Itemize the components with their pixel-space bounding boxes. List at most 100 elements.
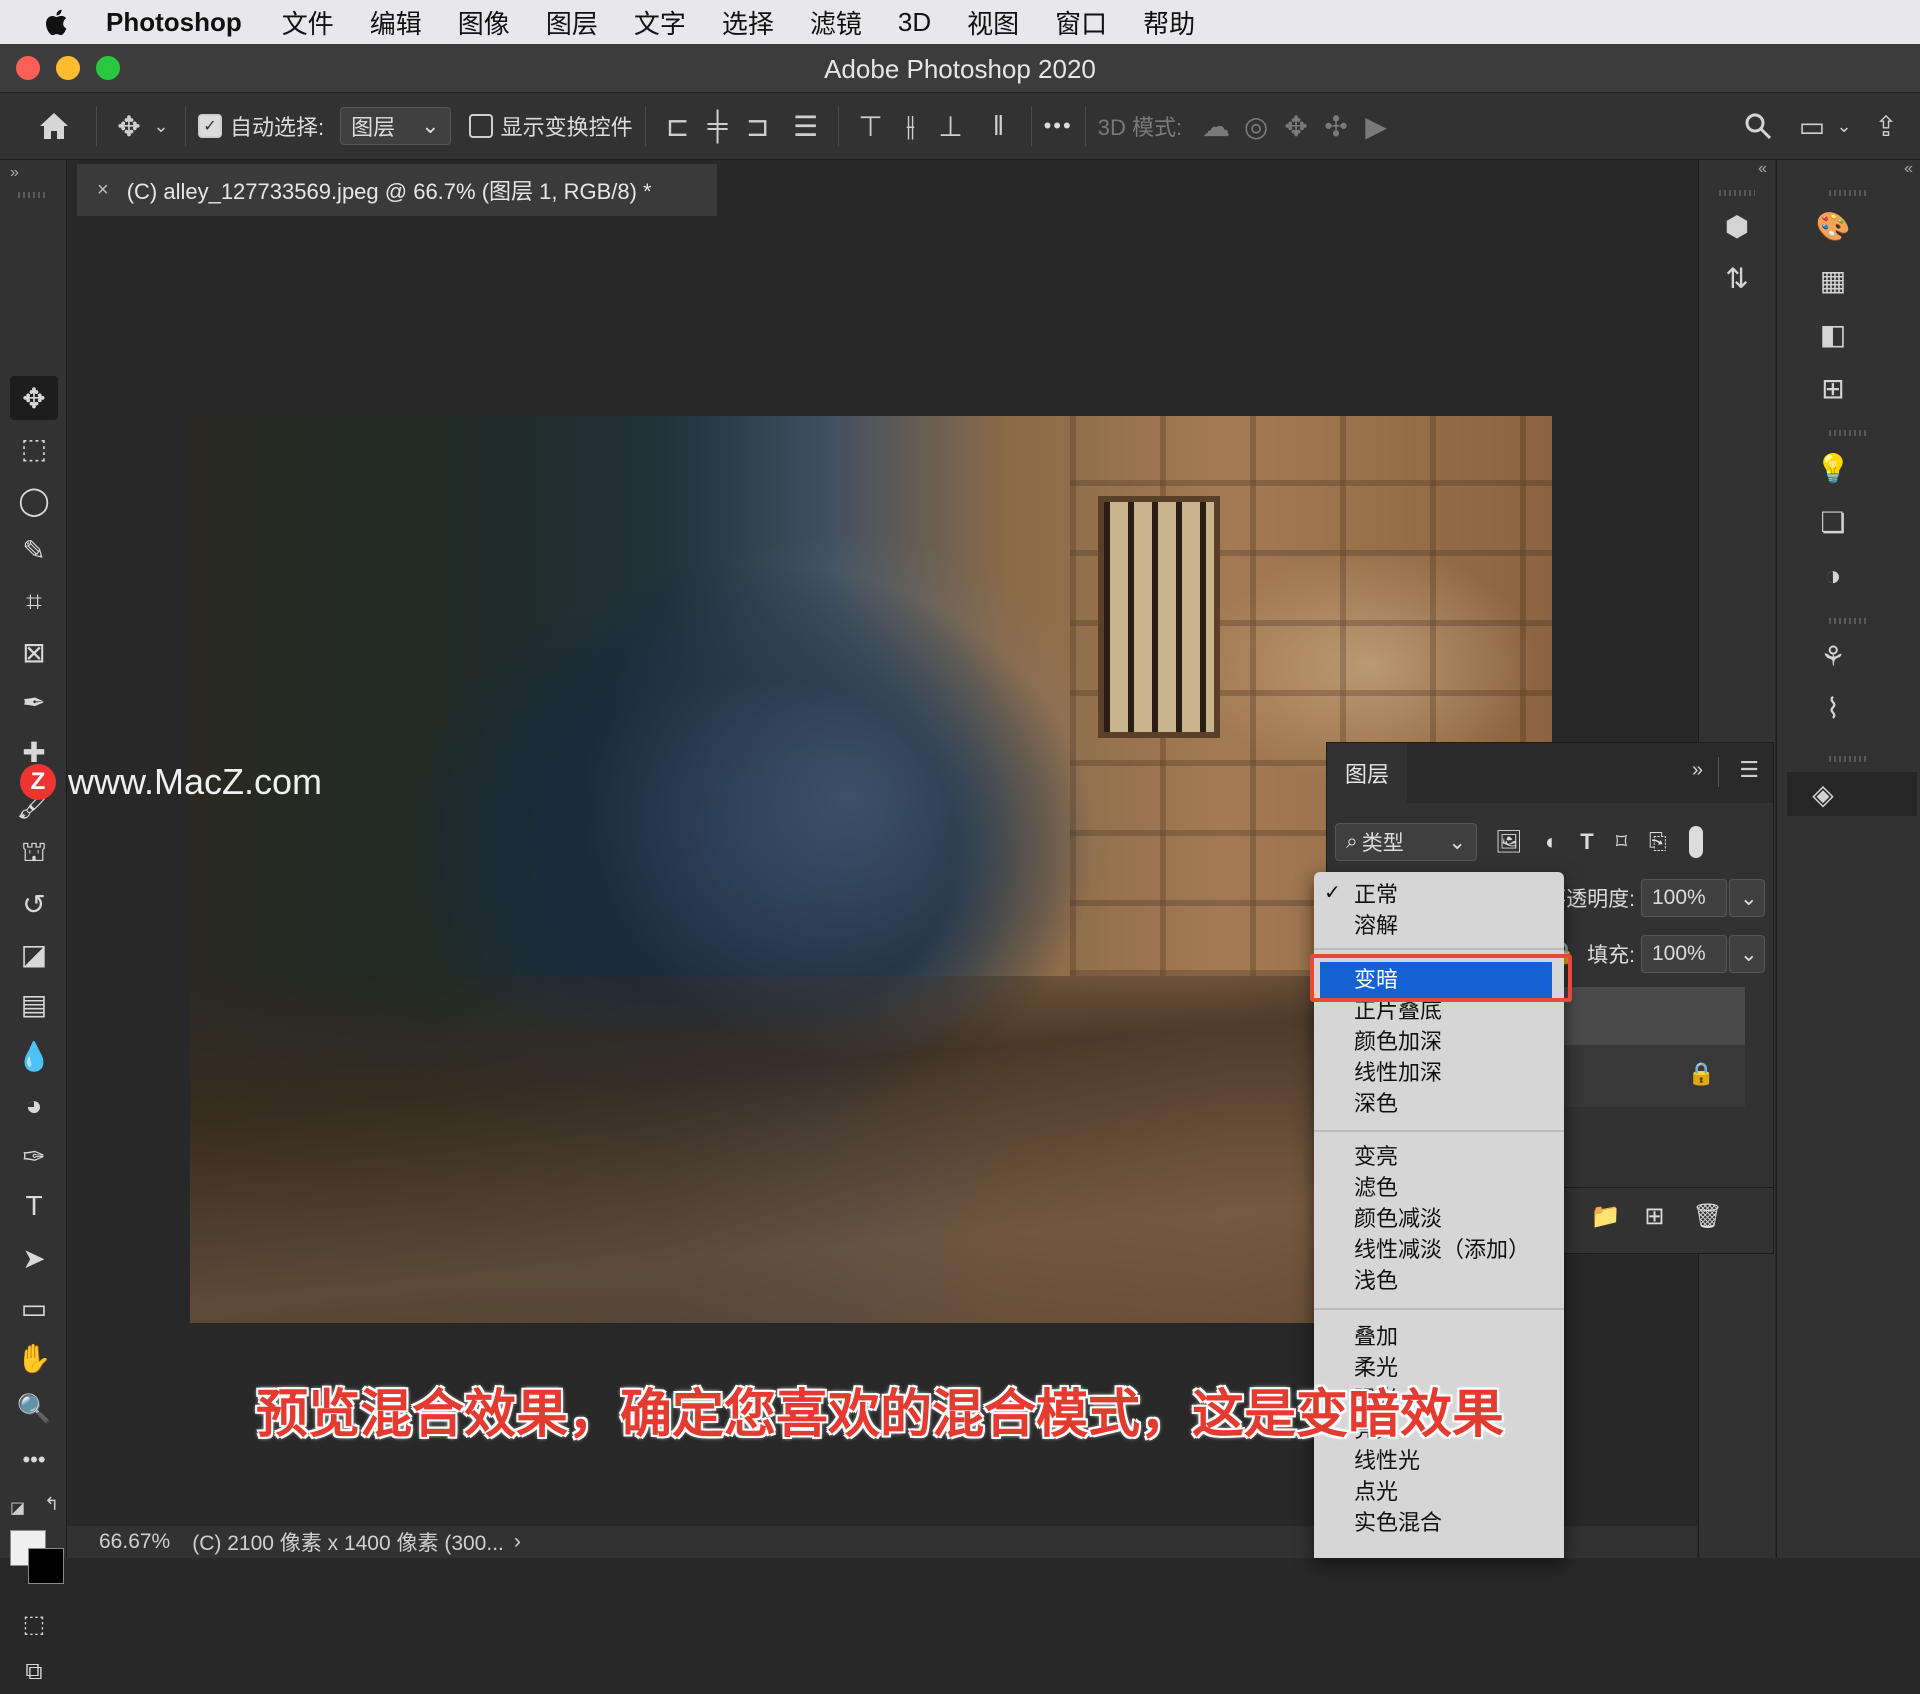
align-left-icon[interactable]: ⊏ [658, 106, 698, 146]
shape-filter-icon[interactable]: ⌑ [1616, 829, 1627, 855]
3d-panel-icon[interactable]: ⬢ [1715, 204, 1759, 248]
menu-filter[interactable]: 滤镜 [810, 4, 862, 41]
3d-roll-icon[interactable]: ◎ [1236, 106, 1276, 146]
3d-orbit-icon[interactable]: ☁ [1196, 106, 1236, 146]
gradients-icon[interactable]: ◧ [1811, 312, 1855, 356]
libraries-icon[interactable]: ❏ [1811, 500, 1855, 544]
status-menu-chevron-icon[interactable]: › [514, 1530, 521, 1554]
blend-option[interactable]: 深色 [1354, 1089, 1398, 1119]
expand-panel-icon[interactable]: » [10, 164, 19, 182]
menu-help[interactable]: 帮助 [1143, 4, 1195, 41]
adjustments-icon[interactable]: ◑ [1811, 554, 1855, 598]
search-icon[interactable] [1738, 106, 1778, 146]
blur-tool-icon[interactable]: 💧 [10, 1034, 58, 1078]
layers-panel-button[interactable]: ◈ [1787, 772, 1917, 816]
home-icon[interactable] [34, 106, 74, 146]
move-tool-icon[interactable]: ✥ [109, 106, 149, 146]
adjustment-filter-icon[interactable]: ◐ [1545, 829, 1558, 855]
blend-option[interactable]: 实色混合 [1354, 1508, 1442, 1538]
align-bottom-icon[interactable]: ⊥ [931, 106, 971, 146]
chevron-down-icon[interactable]: ⌄ [1729, 879, 1765, 917]
frame-tool-icon[interactable]: ⊠ [10, 630, 58, 674]
color-palette-icon[interactable]: 🎨 [1811, 204, 1855, 248]
collapse-panel-icon[interactable]: « [1758, 160, 1767, 178]
learn-lightbulb-icon[interactable]: 💡 [1811, 446, 1855, 490]
opacity-field[interactable]: 100% [1641, 879, 1727, 917]
align-horizontal-center-icon[interactable]: ╪ [698, 106, 738, 146]
swatches-icon[interactable]: ▦ [1811, 258, 1855, 302]
show-transform-checkbox[interactable] [468, 114, 493, 138]
distribute-vertical-icon[interactable]: ☰ [786, 106, 826, 146]
menu-image[interactable]: 图像 [458, 4, 510, 41]
history-panel-icon[interactable]: ⇅ [1715, 256, 1759, 300]
3d-slide-icon[interactable]: ✣ [1316, 106, 1356, 146]
chevron-down-icon[interactable]: ⌄ [1729, 935, 1765, 973]
auto-select-dropdown[interactable]: 图层 ⌄ [340, 107, 451, 145]
menu-view[interactable]: 视图 [967, 4, 1019, 41]
gradient-tool-icon[interactable]: ▤ [10, 982, 58, 1026]
screen-mode-icon[interactable]: ⧉ [10, 1650, 58, 1694]
document-tab[interactable]: × (C) alley_127733569.jpeg @ 66.7% (图层 1… [77, 164, 717, 216]
rectangle-tool-icon[interactable]: ▭ [10, 1286, 58, 1330]
collapse-panel-icon[interactable]: « [1904, 160, 1913, 178]
collapse-layers-icon[interactable]: » [1692, 759, 1703, 782]
blend-option[interactable]: 变亮 [1354, 1142, 1398, 1172]
paths-icon[interactable]: ⌇ [1811, 686, 1855, 730]
chevron-down-icon[interactable]: ⌄ [149, 106, 173, 146]
path-selection-tool-icon[interactable]: ➤ [10, 1236, 58, 1280]
blend-option[interactable]: 正常 [1354, 880, 1398, 910]
menu-file[interactable]: 文件 [282, 4, 334, 41]
background-color-swatch[interactable] [28, 1548, 64, 1584]
blend-option[interactable]: 线性减淡（添加） [1354, 1235, 1530, 1265]
quick-selection-tool-icon[interactable]: ✎ [10, 528, 58, 572]
share-icon[interactable]: ⇪ [1866, 106, 1906, 146]
move-tool-icon[interactable]: ✥ [10, 376, 58, 420]
panel-menu-icon[interactable]: ☰ [1739, 757, 1759, 783]
channels-icon[interactable]: ⚘ [1811, 634, 1855, 678]
swap-colors-icon[interactable]: ↰ [44, 1494, 59, 1515]
layer-filter-dropdown[interactable]: ⌕ 类型 ⌄ [1335, 823, 1477, 861]
align-top-icon[interactable]: ⊤ [851, 106, 891, 146]
distribute-horizontal-icon[interactable]: ‖ [979, 106, 1019, 146]
menu-layer[interactable]: 图层 [546, 4, 598, 41]
fill-field[interactable]: 100% [1641, 935, 1727, 973]
apple-icon[interactable] [38, 7, 78, 37]
eraser-tool-icon[interactable]: ◪ [10, 932, 58, 976]
patterns-icon[interactable]: ⊞ [1811, 366, 1855, 410]
pen-tool-icon[interactable]: ✑ [10, 1134, 58, 1178]
document-info[interactable]: (C) 2100 像素 x 1400 像素 (300... [192, 1527, 504, 1557]
align-right-icon[interactable]: ⊐ [738, 106, 778, 146]
blend-option[interactable]: 浅色 [1354, 1266, 1398, 1296]
layers-tab[interactable]: 图层 [1327, 743, 1407, 803]
clone-stamp-tool-icon[interactable]: ⛫ [10, 832, 58, 876]
3d-scale-icon[interactable]: ▶ [1356, 106, 1396, 146]
history-brush-tool-icon[interactable]: ↺ [10, 882, 58, 926]
pixel-filter-icon[interactable]: 🖼 [1495, 829, 1523, 855]
blend-option[interactable]: 线性加深 [1354, 1058, 1442, 1088]
menu-window[interactable]: 窗口 [1055, 4, 1107, 41]
default-colors-icon[interactable]: ◪ [10, 1498, 25, 1518]
menu-edit[interactable]: 编辑 [370, 4, 422, 41]
quick-mask-icon[interactable]: ⬚ [10, 1602, 58, 1646]
menu-3d[interactable]: 3D [898, 7, 931, 38]
workspace-icon[interactable]: ▭ [1792, 106, 1832, 146]
new-group-icon[interactable]: 📁 [1591, 1202, 1621, 1231]
menu-type[interactable]: 文字 [634, 4, 686, 41]
menu-select[interactable]: 选择 [722, 4, 774, 41]
marquee-tool-icon[interactable]: ⬚ [10, 426, 58, 470]
filter-toggle[interactable] [1688, 826, 1703, 858]
type-tool-icon[interactable]: T [10, 1184, 58, 1228]
dodge-tool-icon[interactable]: ◕ [10, 1084, 58, 1128]
blend-option[interactable]: 叠加 [1354, 1322, 1398, 1352]
chevron-down-icon[interactable]: ⌄ [1832, 106, 1856, 146]
type-filter-icon[interactable]: T [1580, 829, 1593, 855]
more-options-icon[interactable]: ••• [1044, 113, 1073, 139]
blend-option[interactable]: 点光 [1354, 1477, 1398, 1507]
app-menu[interactable]: Photoshop [106, 7, 242, 38]
smart-object-filter-icon[interactable]: ⎘ [1649, 829, 1667, 855]
3d-pan-icon[interactable]: ✥ [1276, 106, 1316, 146]
close-tab-icon[interactable]: × [97, 179, 109, 202]
blend-option[interactable]: 线性光 [1354, 1446, 1420, 1476]
delete-layer-icon[interactable]: 🗑 [1693, 1202, 1723, 1231]
blend-option[interactable]: 颜色减淡 [1354, 1204, 1442, 1234]
